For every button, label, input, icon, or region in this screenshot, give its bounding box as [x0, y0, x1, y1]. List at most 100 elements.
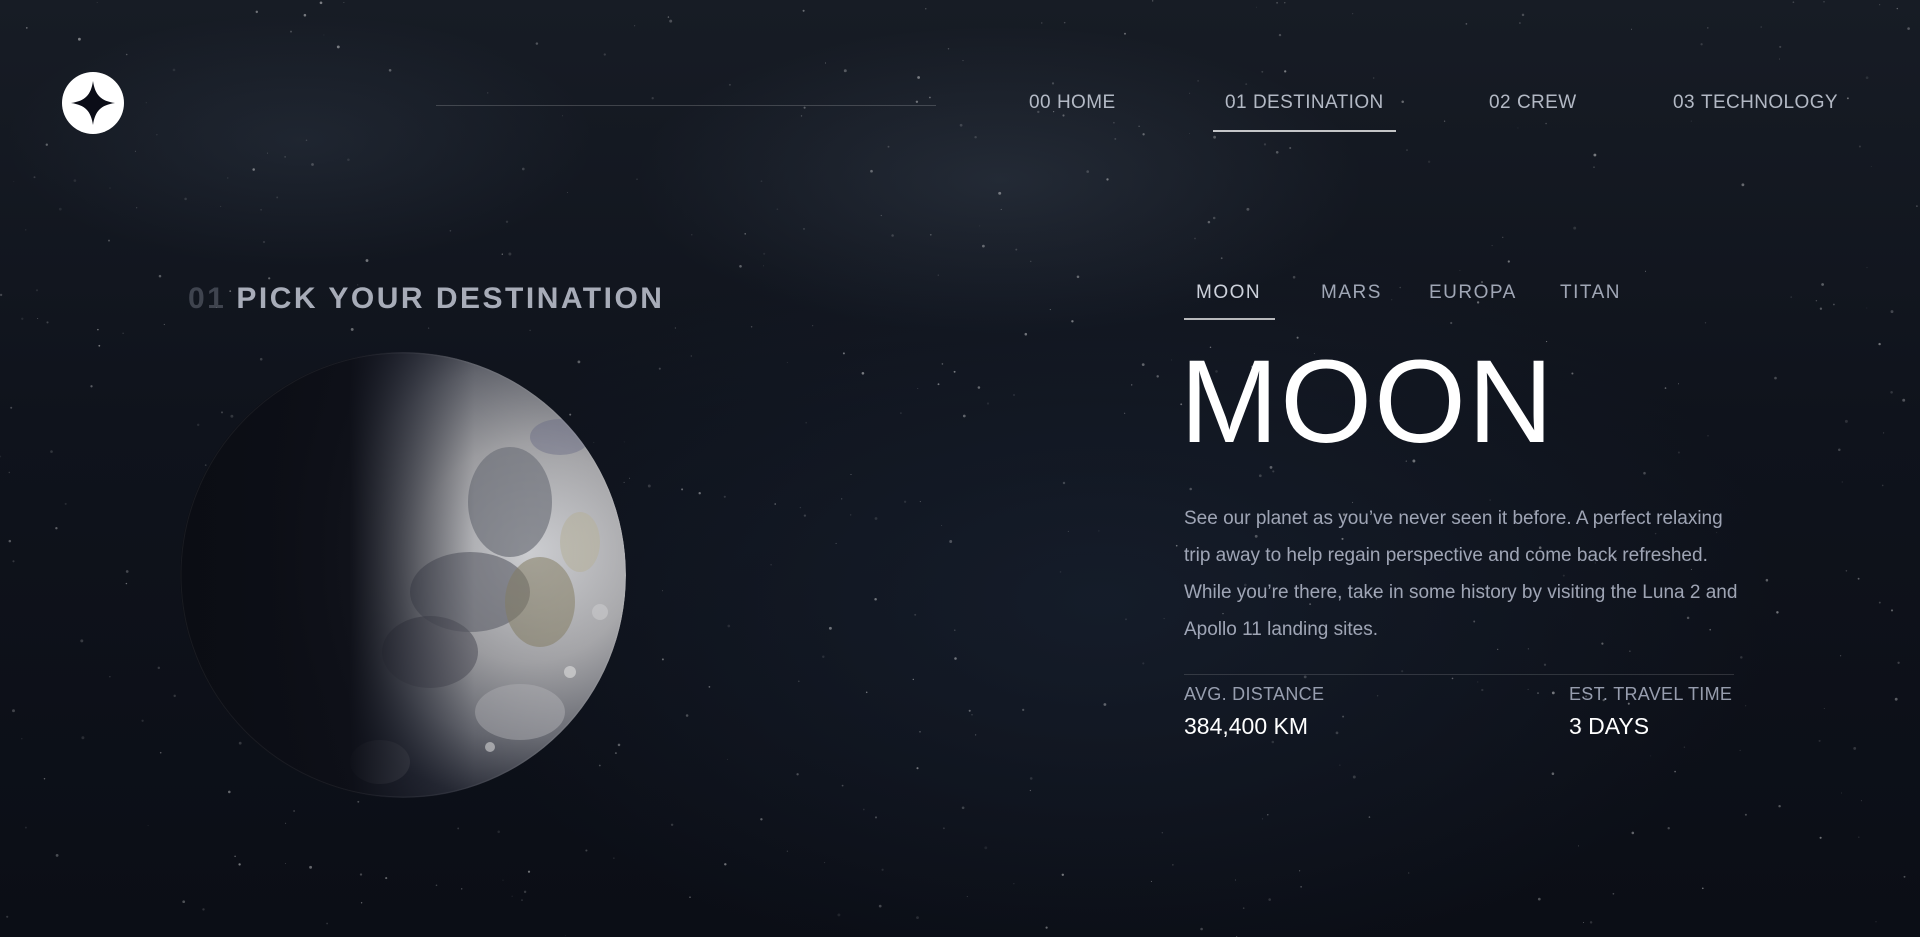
star [802, 9, 805, 12]
star [1916, 205, 1918, 207]
star [1194, 237, 1196, 240]
star [1551, 772, 1555, 775]
star [1141, 363, 1145, 366]
star [1063, 21, 1066, 24]
star [427, 327, 430, 329]
star [21, 317, 24, 320]
star [1013, 883, 1015, 885]
star [1275, 150, 1279, 154]
star [122, 332, 124, 334]
star [954, 629, 956, 631]
star [1677, 383, 1680, 385]
star [1858, 145, 1861, 148]
star [90, 385, 93, 388]
star [1907, 27, 1910, 30]
star [870, 169, 873, 173]
star [941, 524, 943, 527]
section-title: PICK YOUR DESTINATION [236, 282, 665, 315]
star [1051, 82, 1055, 85]
star [25, 27, 28, 29]
nav-item-technology[interactable]: 03 TECHNOLOGY [1673, 92, 1838, 114]
star [1015, 248, 1018, 251]
tab-mars[interactable]: MARS [1321, 282, 1382, 304]
star [64, 502, 67, 505]
star [1339, 764, 1341, 766]
nav-item-destination[interactable]: 01 DESTINATION [1213, 92, 1396, 132]
star [1700, 43, 1703, 46]
star [691, 234, 693, 236]
star [1276, 1, 1279, 4]
star [449, 229, 452, 232]
star [1406, 149, 1408, 151]
tab-moon[interactable]: MOON [1183, 282, 1276, 320]
star [285, 822, 287, 824]
star [1491, 245, 1493, 247]
star [523, 890, 527, 894]
star [1890, 310, 1894, 314]
star [1246, 207, 1250, 211]
star [723, 495, 726, 498]
star [1840, 792, 1843, 794]
star [1573, 226, 1577, 230]
nav-item-crew[interactable]: 02 CREW [1489, 92, 1577, 114]
tab-titan[interactable]: TITAN [1560, 282, 1621, 304]
star [1779, 45, 1782, 48]
star [1124, 32, 1126, 35]
star [1630, 28, 1632, 30]
star [881, 868, 884, 871]
star [1845, 570, 1848, 572]
star [125, 582, 128, 585]
star [1459, 269, 1461, 271]
star [1631, 831, 1635, 835]
star [1124, 412, 1126, 414]
star [497, 830, 500, 834]
star [689, 896, 691, 899]
star [1866, 267, 1868, 269]
star [1833, 303, 1835, 306]
star [145, 102, 147, 104]
nav-number: 02 [1489, 92, 1511, 113]
star [669, 19, 673, 23]
star [837, 913, 841, 917]
star [1061, 873, 1065, 877]
star [388, 68, 392, 72]
star [776, 208, 779, 211]
star [835, 542, 837, 544]
star [147, 825, 149, 827]
star [760, 818, 763, 821]
star [962, 414, 966, 418]
tab-europa[interactable]: EUROPA [1429, 282, 1517, 304]
logo-icon[interactable] [62, 72, 124, 134]
star [309, 865, 313, 869]
star [1815, 299, 1818, 302]
star [786, 850, 788, 852]
star [33, 176, 36, 179]
star [1765, 578, 1769, 582]
star [336, 45, 340, 49]
star [326, 922, 328, 925]
star [613, 857, 615, 859]
star [1303, 675, 1307, 679]
star [1098, 530, 1100, 532]
star [636, 178, 638, 180]
star [1029, 260, 1032, 263]
star [799, 506, 802, 509]
star [1701, 887, 1704, 890]
nav-item-home[interactable]: 00 HOME [1029, 92, 1116, 114]
star [357, 800, 360, 803]
star [1593, 166, 1595, 168]
star [268, 277, 271, 280]
star [1022, 708, 1025, 712]
star [1879, 4, 1881, 6]
star [80, 639, 84, 643]
star [634, 25, 636, 27]
star [501, 253, 503, 255]
star [1242, 907, 1245, 909]
star [842, 352, 845, 355]
star [1342, 715, 1345, 718]
star [661, 658, 664, 661]
star [803, 106, 806, 109]
star [252, 168, 255, 171]
star [1841, 481, 1843, 483]
star [1674, 770, 1676, 773]
